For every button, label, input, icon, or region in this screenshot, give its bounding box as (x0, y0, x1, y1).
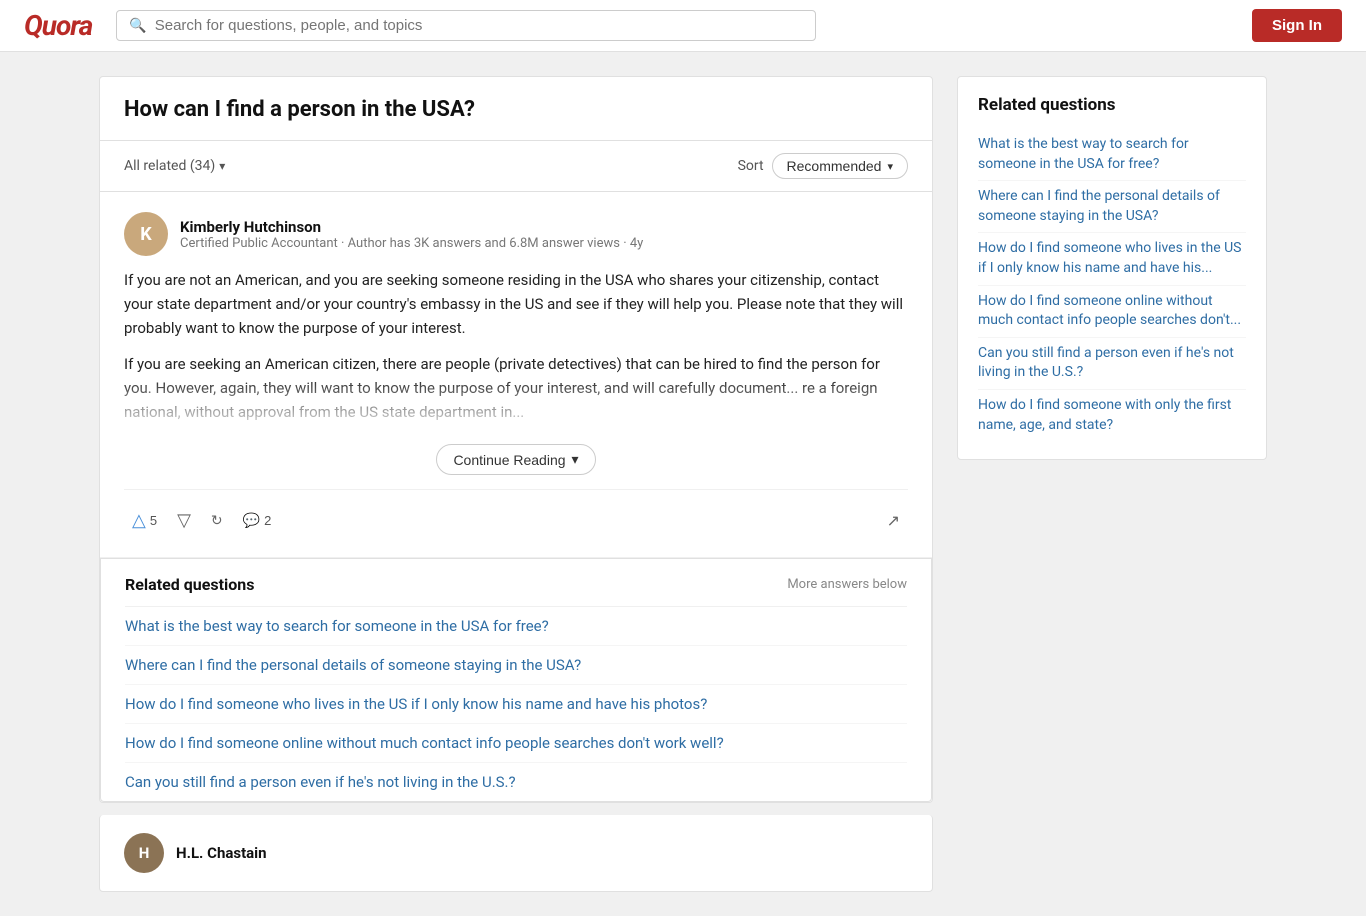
sort-button[interactable]: Recommended ▾ (772, 153, 908, 179)
sidebar: Related questions What is the best way t… (957, 76, 1267, 460)
signin-button[interactable]: Sign In (1252, 9, 1342, 42)
share-button[interactable]: ↗ (879, 505, 908, 537)
sidebar-link-3[interactable]: How do I find someone who lives in the U… (978, 233, 1246, 285)
sidebar-link-1[interactable]: What is the best way to search for someo… (978, 129, 1246, 181)
comment-count: 2 (264, 513, 271, 528)
comment-icon: 💬 (243, 512, 260, 529)
upvote-button[interactable]: △ 5 (124, 504, 165, 537)
reshare-icon: ↻ (211, 512, 223, 529)
avatar-initial: K (140, 224, 151, 245)
reshare-button[interactable]: ↻ (203, 506, 231, 535)
author-meta: Certified Public Accountant · Author has… (180, 236, 643, 251)
sidebar-link-2[interactable]: Where can I find the personal details of… (978, 181, 1246, 233)
related-link-2[interactable]: Where can I find the personal details of… (125, 646, 907, 685)
author-name[interactable]: Kimberly Hutchinson (180, 218, 643, 236)
second-author-info: H.L. Chastain (176, 844, 267, 862)
filter-label: All related (34) (124, 158, 215, 174)
sort-value: Recommended (787, 158, 882, 174)
second-answer-block: H H.L. Chastain (99, 815, 933, 892)
filter-all-related[interactable]: All related (34) ▾ (124, 158, 225, 174)
related-link-1[interactable]: What is the best way to search for someo… (125, 607, 907, 646)
search-bar[interactable]: 🔍 (116, 10, 816, 41)
related-inline: Related questions More answers below Wha… (100, 558, 932, 802)
second-avatar: H (124, 833, 164, 873)
sidebar-title: Related questions (978, 95, 1246, 115)
author-row: K Kimberly Hutchinson Certified Public A… (124, 212, 908, 256)
chevron-down-icon: ▾ (887, 160, 893, 173)
author-info: Kimberly Hutchinson Certified Public Acc… (180, 218, 643, 251)
continue-label: Continue Reading (453, 452, 565, 468)
second-author-name[interactable]: H.L. Chastain (176, 844, 267, 862)
question-title: How can I find a person in the USA? (100, 77, 932, 141)
answer-paragraph-1: If you are not an American, and you are … (124, 268, 908, 340)
chevron-down-icon: ▾ (572, 451, 579, 468)
main-content: How can I find a person in the USA? All … (99, 76, 933, 892)
sort-label: Sort (738, 158, 764, 174)
downvote-button[interactable]: ▽ (169, 504, 199, 537)
continue-reading-button[interactable]: Continue Reading ▾ (436, 444, 595, 475)
sidebar-link-6[interactable]: How do I find someone with only the firs… (978, 390, 1246, 441)
avatar: K (124, 212, 168, 256)
page-container: How can I find a person in the USA? All … (83, 52, 1283, 916)
answer-fade (124, 376, 908, 436)
header: Quora 🔍 Sign In (0, 0, 1366, 52)
answer-actions: △ 5 ▽ ↻ 💬 2 ↗ (124, 489, 908, 537)
sidebar-link-5[interactable]: Can you still find a person even if he's… (978, 338, 1246, 390)
chevron-down-icon: ▾ (219, 159, 225, 173)
downvote-icon: ▽ (177, 510, 191, 531)
search-icon: 🔍 (129, 18, 146, 34)
sidebar-card: Related questions What is the best way t… (957, 76, 1267, 460)
upvote-icon: △ (132, 510, 146, 531)
more-answers-label: More answers below (787, 577, 907, 592)
sidebar-link-4[interactable]: How do I find someone online without muc… (978, 286, 1246, 338)
answer-body: If you are not an American, and you are … (124, 268, 908, 436)
filter-bar: All related (34) ▾ Sort Recommended ▾ (100, 141, 932, 192)
upvote-count: 5 (150, 513, 157, 528)
question-card: How can I find a person in the USA? All … (99, 76, 933, 803)
related-link-4[interactable]: How do I find someone online without muc… (125, 724, 907, 763)
second-avatar-initial: H (139, 844, 150, 862)
quora-logo: Quora (24, 9, 92, 42)
related-link-3[interactable]: How do I find someone who lives in the U… (125, 685, 907, 724)
related-inline-header: Related questions More answers below (125, 559, 907, 607)
search-input[interactable] (155, 17, 804, 34)
answer-block: K Kimberly Hutchinson Certified Public A… (100, 192, 932, 558)
continue-reading-wrap: Continue Reading ▾ (124, 444, 908, 475)
share-icon: ↗ (887, 511, 900, 531)
comment-button[interactable]: 💬 2 (235, 506, 280, 535)
related-inline-title: Related questions (125, 575, 254, 594)
related-link-5[interactable]: Can you still find a person even if he's… (125, 763, 907, 801)
